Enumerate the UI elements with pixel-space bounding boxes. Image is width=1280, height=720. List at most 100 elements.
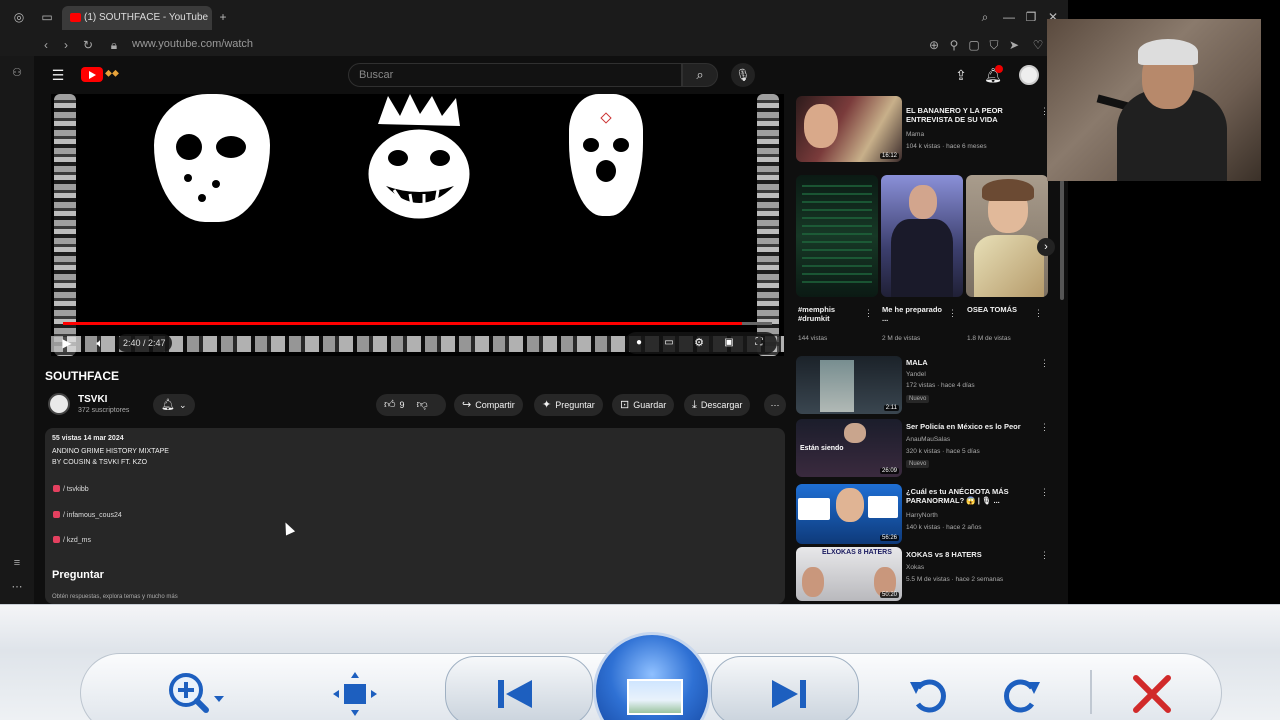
panels-icon[interactable]: ≡ (10, 556, 24, 570)
channel-name[interactable]: TSVKI (78, 394, 107, 405)
cartoon-face-art (365, 94, 473, 222)
shield-icon[interactable]: ⛉ (986, 37, 1002, 53)
more-options-icon[interactable]: ⋮ (1040, 487, 1049, 498)
reload-icon[interactable]: ↻ (80, 37, 96, 53)
progress-fill (63, 322, 743, 325)
search-tabs-icon[interactable]: ⌕ (978, 10, 992, 24)
zoom-icon[interactable] (166, 670, 224, 718)
chevron-down-icon: ⌄ (178, 400, 187, 410)
thumb-face (836, 488, 864, 522)
zoom-page-icon[interactable]: ⊕ (926, 37, 942, 53)
rotate-left-icon[interactable] (904, 670, 952, 718)
mask-eye (216, 136, 246, 158)
more-options-icon[interactable]: ⋮ (1040, 358, 1049, 369)
delete-icon[interactable] (1128, 670, 1176, 718)
search-button[interactable]: ⌕ (682, 63, 718, 87)
short-card[interactable] (966, 175, 1048, 297)
miniplayer-icon[interactable]: ▣ (719, 332, 739, 354)
maximize-icon[interactable]: ❐ (1024, 10, 1038, 24)
account-avatar[interactable] (1019, 65, 1039, 85)
instagram-link[interactable]: / infamous_cous24 (53, 511, 122, 519)
workspaces-icon[interactable]: ▭ (40, 10, 54, 24)
bell-icon: 🔔︎ (161, 399, 175, 411)
volume-icon[interactable]: 🔈︎ (91, 332, 109, 354)
browser-window: ◎ ▭ (1) SOUTHFACE - YouTube + ⌕ — ❐ ✕ ‹ … (0, 0, 1068, 604)
url-field[interactable]: www.youtube.com/watch (132, 38, 253, 50)
more-options-icon[interactable]: ⋮ (1040, 550, 1049, 561)
like-dislike-button[interactable]: 👍︎ 9 👎︎ (376, 394, 446, 416)
back-icon[interactable]: ‹ (38, 37, 54, 53)
pin-icon[interactable]: ⚲ (946, 37, 962, 53)
browser-logo-icon[interactable]: ◎ (12, 10, 26, 24)
video-title: ¿Cuál es tu ANÉCDOTA MÁS PARANORMAL? 😱 |… (906, 487, 1009, 505)
video-player[interactable]: ▶ 🔈︎ 2:40 / 2:47 ● ▭ ⚙ ▣ ⛶ (51, 94, 784, 356)
tab-title: (1) SOUTHFACE - YouTube (84, 12, 209, 23)
thumb-face (844, 423, 866, 443)
video-thumbnail[interactable]: 16:12 (796, 96, 902, 162)
description-box[interactable]: 55 vistas 14 mar 2024 ANDINO GRIME HISTO… (45, 428, 785, 604)
short-card[interactable] (796, 175, 878, 297)
tab-youtube[interactable]: (1) SOUTHFACE - YouTube (62, 6, 212, 30)
subscribe-bell-button[interactable]: 🔔︎ ⌄ (153, 394, 195, 416)
bookmark-icon: ⊡ (620, 399, 630, 411)
new-tab-icon[interactable]: + (216, 10, 230, 24)
video-thumbnail[interactable]: ELXOKAS 8 HATERS 50:20 (796, 547, 902, 601)
autoplay-toggle-icon[interactable]: ● (629, 332, 649, 354)
channel-name: Xokas (906, 564, 925, 571)
menu-icon[interactable]: ☰ (49, 66, 67, 84)
share-button[interactable]: ↪ Compartir (454, 394, 523, 416)
video-thumbnail[interactable]: 56:26 (796, 484, 902, 544)
toolbar-divider (1090, 670, 1092, 714)
previous-icon[interactable] (492, 670, 540, 718)
search-input[interactable]: Buscar (348, 63, 682, 87)
thumb-label (798, 498, 830, 520)
voice-search-button[interactable]: 🎙︎ (731, 63, 755, 87)
short-title: OSEA TOMÁS (967, 305, 1018, 314)
shorts-next-button[interactable]: › (1037, 238, 1055, 256)
download-button[interactable]: ⤓ Descargar (684, 394, 751, 416)
more-options-icon[interactable]: ⋮ (1040, 422, 1049, 433)
channel-avatar[interactable] (48, 393, 70, 415)
short-meta: 1.8 M de vistas (967, 335, 1011, 342)
send-icon[interactable]: ➤ (1006, 37, 1022, 53)
description-line: BY COUSIN & TSVKI FT. KZO (52, 459, 148, 466)
thumb-label (868, 496, 898, 518)
ask-button[interactable]: ✦ Preguntar (534, 394, 603, 416)
more-options-icon[interactable]: ⋮ (864, 308, 873, 319)
minimize-icon[interactable]: — (1002, 10, 1016, 24)
upload-icon[interactable]: ⇪ (952, 66, 970, 84)
instagram-icon (53, 536, 60, 543)
video-meta: 320 k vistas · hace 5 días (906, 448, 980, 455)
fullscreen-icon[interactable]: ⛶ (749, 332, 769, 354)
thumbs-down-icon: 👎︎ (416, 399, 428, 411)
save-button[interactable]: ⊡ Guardar (612, 394, 675, 416)
fit-window-icon[interactable] (331, 670, 379, 718)
instagram-link[interactable]: / tsvkibb (53, 485, 89, 493)
rotate-right-icon[interactable] (998, 670, 1046, 718)
more-icon[interactable]: ⋯ (10, 580, 24, 594)
subtitles-icon[interactable]: ▭ (659, 332, 679, 354)
new-badge: Nuevo (906, 460, 930, 468)
next-icon[interactable] (764, 670, 812, 718)
bookmark-heart-icon[interactable]: ♡ (1030, 37, 1046, 53)
progress-bar[interactable] (63, 322, 772, 325)
duration-badge: 56:26 (879, 535, 899, 541)
more-options-icon[interactable]: ⋮ (1034, 308, 1043, 319)
video-thumbnail[interactable]: 2:11 (796, 356, 902, 414)
balaclava-eye (583, 138, 599, 152)
play-button[interactable]: ▶ (57, 332, 77, 354)
download-icon: ⤓ (692, 399, 697, 411)
settings-icon[interactable]: ⚙ (689, 332, 709, 354)
profile-icon[interactable]: ⚇ (10, 66, 24, 80)
video-thumbnail[interactable]: Están siendo 26:09 (796, 419, 902, 477)
balaclava-mouth (596, 160, 616, 182)
forward-icon[interactable]: › (58, 37, 74, 53)
instagram-link[interactable]: / kzd_ms (53, 536, 91, 544)
short-card[interactable] (881, 175, 963, 297)
more-options-icon[interactable]: ⋮ (948, 308, 957, 319)
scrollbar[interactable] (1060, 180, 1064, 300)
more-actions-button[interactable]: ⋯ (764, 394, 786, 416)
more-options-icon[interactable]: ⋮ (1040, 106, 1049, 117)
youtube-logo[interactable] (81, 67, 103, 82)
screenshot-icon[interactable]: ▢ (966, 37, 982, 53)
